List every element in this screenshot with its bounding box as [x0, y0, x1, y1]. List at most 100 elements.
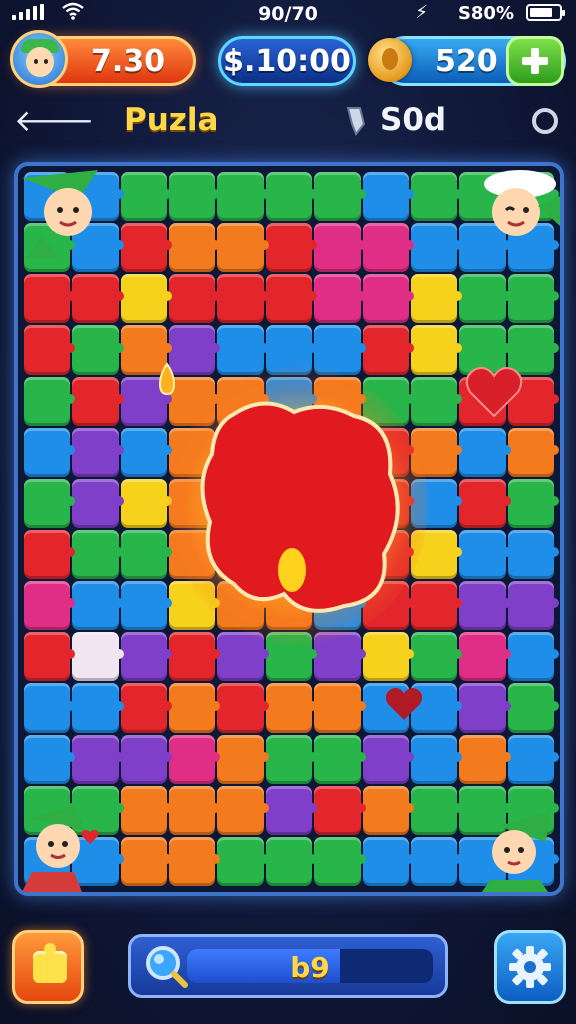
puzzle-piece[interactable] [120, 632, 173, 682]
puzzle-piece[interactable] [459, 734, 512, 784]
puzzle-piece[interactable] [72, 581, 125, 631]
settings-button[interactable] [494, 930, 566, 1004]
puzzle-piece[interactable] [265, 172, 318, 222]
puzzle-piece[interactable] [24, 581, 76, 631]
puzzle-piece[interactable] [410, 376, 463, 426]
puzzle-piece[interactable] [120, 581, 173, 631]
puzzle-piece[interactable] [217, 274, 270, 324]
puzzle-piece[interactable] [24, 427, 76, 477]
puzzle-piece[interactable] [24, 734, 76, 784]
puzzle-piece[interactable] [169, 223, 221, 273]
puzzle-piece[interactable] [410, 785, 463, 835]
puzzle-piece[interactable] [265, 836, 318, 886]
puzzle-piece[interactable] [169, 836, 221, 886]
puzzle-piece[interactable] [314, 836, 366, 886]
puzzle-piece[interactable] [314, 325, 366, 375]
puzzle-piece[interactable] [314, 223, 366, 273]
puzzle-piece[interactable] [410, 836, 463, 886]
puzzle-piece[interactable] [217, 683, 270, 733]
puzzle-piece[interactable] [120, 529, 173, 580]
puzzle-piece[interactable] [120, 785, 173, 835]
puzzle-piece[interactable] [24, 325, 76, 375]
puzzle-piece[interactable] [120, 683, 173, 733]
puzzle-piece[interactable] [72, 376, 125, 426]
puzzle-piece[interactable] [24, 683, 76, 733]
puzzle-piece[interactable] [362, 223, 415, 273]
puzzle-piece[interactable] [217, 836, 270, 886]
puzzle-piece[interactable] [314, 172, 366, 222]
puzzle-piece[interactable] [120, 478, 173, 528]
puzzle-piece[interactable] [24, 376, 76, 426]
add-currency-button[interactable] [506, 36, 564, 86]
puzzle-piece[interactable] [314, 274, 366, 324]
puzzle-piece[interactable] [217, 785, 270, 835]
puzzle-piece[interactable] [362, 734, 415, 784]
puzzle-piece[interactable] [507, 683, 560, 733]
puzzle-piece[interactable] [217, 223, 270, 273]
puzzle-piece[interactable] [169, 274, 221, 324]
puzzle-piece[interactable] [410, 325, 463, 375]
puzzle-piece[interactable] [507, 632, 560, 682]
puzzle-piece[interactable] [120, 427, 173, 477]
options-ring-button[interactable] [532, 108, 558, 134]
puzzle-piece[interactable] [72, 529, 125, 580]
puzzle-piece[interactable] [314, 683, 366, 733]
puzzle-piece[interactable] [72, 325, 125, 375]
puzzle-piece[interactable] [507, 529, 560, 580]
puzzle-piece[interactable] [410, 581, 463, 631]
puzzle-piece[interactable] [410, 734, 463, 784]
puzzle-piece[interactable] [362, 172, 415, 222]
puzzle-board[interactable] [14, 162, 564, 896]
puzzle-piece[interactable] [72, 478, 125, 528]
puzzle-piece[interactable] [459, 478, 512, 528]
puzzle-piece[interactable] [410, 632, 463, 682]
puzzle-piece[interactable] [169, 683, 221, 733]
puzzle-piece[interactable] [314, 785, 366, 835]
puzzle-piece[interactable] [507, 274, 560, 324]
player-avatar[interactable] [10, 30, 68, 88]
puzzle-piece[interactable] [24, 632, 76, 682]
puzzle-piece[interactable] [265, 223, 318, 273]
puzzle-piece[interactable] [169, 734, 221, 784]
back-button[interactable]: 🡐 [14, 104, 94, 140]
puzzle-piece[interactable] [120, 223, 173, 273]
puzzle-piece[interactable] [265, 274, 318, 324]
puzzle-piece[interactable] [120, 836, 173, 886]
puzzle-piece[interactable] [72, 683, 125, 733]
puzzle-piece[interactable] [120, 274, 173, 324]
puzzle-piece[interactable] [72, 427, 125, 477]
puzzle-piece[interactable] [459, 632, 512, 682]
puzzle-piece[interactable] [72, 734, 125, 784]
puzzle-piece[interactable] [217, 632, 270, 682]
active-puzzle-cluster[interactable] [194, 394, 406, 620]
puzzle-piece[interactable] [72, 274, 125, 324]
puzzle-piece[interactable] [265, 785, 318, 835]
puzzle-piece[interactable] [459, 274, 512, 324]
magnifier-icon[interactable] [143, 943, 189, 989]
hint-button[interactable] [12, 930, 84, 1004]
puzzle-piece[interactable] [120, 734, 173, 784]
puzzle-piece[interactable] [24, 274, 76, 324]
puzzle-piece[interactable] [362, 325, 415, 375]
puzzle-piece[interactable] [507, 478, 560, 528]
puzzle-piece[interactable] [410, 172, 463, 222]
puzzle-piece[interactable] [169, 785, 221, 835]
puzzle-piece[interactable] [362, 274, 415, 324]
puzzle-piece[interactable] [459, 581, 512, 631]
puzzle-piece[interactable] [265, 683, 318, 733]
puzzle-piece[interactable] [507, 427, 560, 477]
puzzle-piece[interactable] [169, 172, 221, 222]
puzzle-piece[interactable] [120, 172, 173, 222]
puzzle-piece[interactable] [459, 683, 512, 733]
puzzle-piece[interactable] [410, 223, 463, 273]
puzzle-piece[interactable] [362, 632, 415, 682]
puzzle-piece[interactable] [362, 785, 415, 835]
puzzle-piece[interactable] [410, 274, 463, 324]
puzzle-piece[interactable] [265, 734, 318, 784]
puzzle-piece[interactable] [217, 734, 270, 784]
puzzle-piece[interactable] [217, 325, 270, 375]
puzzle-piece[interactable] [72, 632, 125, 682]
puzzle-piece[interactable] [459, 427, 512, 477]
puzzle-piece[interactable] [169, 632, 221, 682]
puzzle-piece[interactable] [459, 529, 512, 580]
